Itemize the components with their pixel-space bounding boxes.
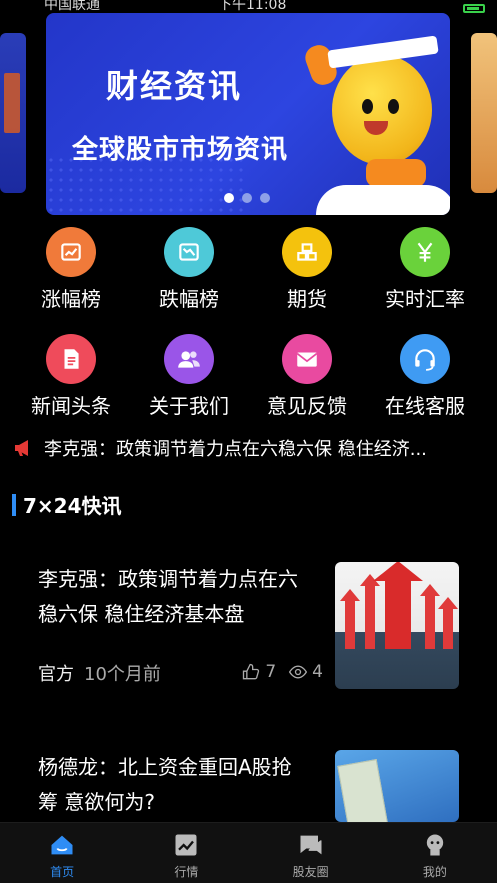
grid-item-headlines[interactable]: 新闻头条 [12,334,130,441]
thumb-arrow [340,589,360,649]
thumb-arrow [420,584,440,649]
grid-item-label: 在线客服 [385,394,465,418]
mail-icon [282,334,332,384]
grid-item-label: 实时汇率 [385,287,465,311]
document-icon [46,334,96,384]
grid-item-label: 新闻头条 [31,394,111,418]
tab-profile[interactable]: 我的 [373,823,497,883]
grid-item-label: 跌幅榜 [159,287,219,311]
carousel-dot[interactable] [260,193,270,203]
section-header: 7×24快讯 [12,490,122,519]
banner-title: 财经资讯 [106,67,243,105]
rising-chart-icon [46,227,96,277]
users-icon [164,334,214,384]
carrier-label: 中国联通 [44,0,100,13]
mascot-mouth [364,121,388,135]
news-meta: 官方 10个月前 [38,660,161,686]
grid-item-label: 涨幅榜 [41,287,101,311]
grid-item-about[interactable]: 关于我们 [130,334,248,441]
grid-item-support[interactable]: 在线客服 [366,334,484,441]
quick-access-grid: 涨幅榜 跌幅榜 期货 实时汇率 新闻头条 关于我们 意见反馈 在线客服 [0,227,497,441]
megaphone-icon [15,440,28,456]
grid-item-label: 期货 [287,287,327,311]
thumb-arrow [373,562,423,649]
banner-prev-peek[interactable] [0,33,26,193]
falling-chart-icon [164,227,214,277]
coin-mascot [332,55,432,165]
section-accent-bar [12,493,16,516]
tab-label: 我的 [422,865,447,879]
tab-label: 首页 [50,865,75,879]
tab-community[interactable]: 股友圈 [249,823,373,883]
grid-item-futures[interactable]: 期货 [248,227,366,334]
headline-line: 李克强：政策调节着力点在六 [38,567,298,591]
banner-carousel[interactable]: 财经资讯 全球股市市场资讯 [46,13,450,215]
eye-icon [289,665,308,679]
mascot-eye [388,99,399,114]
carousel-dot[interactable] [224,193,234,203]
ticker-text: 李克强：政策调节着力点在六稳六保 稳住经济... [44,439,427,460]
thumbs-up-icon[interactable] [241,662,261,682]
news-headline: 杨德龙：北上资金重回A股抢 筹 意欲何为? [38,750,328,820]
thumb-banknote [337,759,389,822]
tab-home[interactable]: 首页 [0,823,124,883]
grid-item-falling[interactable]: 跌幅榜 [130,227,248,334]
news-headline: 李克强：政策调节着力点在六 稳六保 稳住经济基本盘 [38,562,328,632]
carousel-dot[interactable] [242,193,252,203]
tab-label: 股友圈 [292,865,329,879]
banner-cloud [316,185,450,215]
banner-next-peek[interactable] [471,33,497,193]
mascot-eye [362,99,373,114]
tab-label: 行情 [174,865,199,879]
headline-line: 筹 意欲何为? [38,790,155,814]
headset-icon [400,334,450,384]
home-icon [51,835,73,855]
grid-row: 新闻头条 关于我们 意见反馈 在线客服 [0,334,497,441]
thumb-arrow [438,597,458,649]
headline-line: 稳六保 稳住经济基本盘 [38,602,245,626]
news-item[interactable]: 李克强：政策调节着力点在六 稳六保 稳住经济基本盘 官方 10个月前 7 4 [0,546,497,706]
grid-item-feedback[interactable]: 意见反馈 [248,334,366,441]
yen-exchange-icon [400,227,450,277]
status-bar: 中国联通 下午11:08 [0,0,497,14]
grid-item-exchange[interactable]: 实时汇率 [366,227,484,334]
thumb-arrow [360,574,380,649]
news-thumbnail [335,562,459,689]
news-thumbnail [335,750,459,822]
section-title: 7×24快讯 [23,494,122,518]
like-count: 7 [265,662,277,682]
news-ticker[interactable]: 李克强：政策调节着力点在六稳六保 稳住经济... [12,433,492,463]
profile-icon [426,834,444,856]
bottom-tab-bar: 首页 行情 股友圈 我的 [0,822,497,883]
view-count: 4 [312,662,323,682]
grid-row: 涨幅榜 跌幅榜 期货 实时汇率 [0,227,497,334]
news-time: 10个月前 [84,664,161,685]
headline-line: 杨德龙：北上资金重回A股抢 [38,755,292,779]
chat-icon [300,835,322,855]
tab-market[interactable]: 行情 [124,823,248,883]
chart-icon [175,834,197,856]
news-item[interactable]: 杨德龙：北上资金重回A股抢 筹 意欲何为? [0,734,497,824]
grid-item-label: 意见反馈 [267,394,347,418]
grid-item-label: 关于我们 [149,394,229,418]
news-stats: 7 4 [241,662,323,682]
battery-icon [463,4,485,13]
clock: 下午11:08 [218,0,287,13]
gold-bars-icon [282,227,332,277]
news-source: 官方 [38,664,74,685]
mascot-legs [366,159,426,187]
carousel-indicator [224,193,270,203]
banner-subtitle: 全球股市市场资讯 [72,135,289,165]
grid-item-rising[interactable]: 涨幅榜 [12,227,130,334]
